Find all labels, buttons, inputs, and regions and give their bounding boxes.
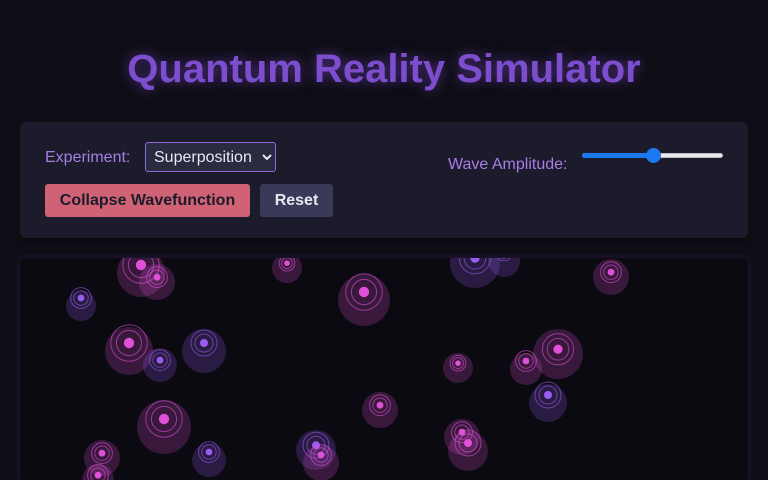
experiment-select[interactable]: Superposition bbox=[145, 142, 276, 172]
page-title: Quantum Reality Simulator bbox=[127, 47, 641, 91]
quantum-particle bbox=[593, 259, 629, 295]
quantum-particle bbox=[529, 381, 567, 422]
experiment-label: Experiment: bbox=[45, 149, 131, 166]
quantum-particle bbox=[443, 353, 473, 383]
simulation-canvas[interactable] bbox=[20, 258, 748, 480]
quantum-particle bbox=[182, 329, 226, 373]
quantum-particle bbox=[362, 392, 398, 428]
slider-fill bbox=[582, 153, 653, 158]
reset-button[interactable]: Reset bbox=[260, 184, 333, 217]
quantum-particle bbox=[533, 329, 583, 379]
quantum-particle bbox=[139, 264, 175, 300]
quantum-particle bbox=[143, 348, 177, 382]
wave-amplitude-label: Wave Amplitude: bbox=[448, 156, 568, 173]
collapse-wavefunction-button[interactable]: Collapse Wavefunction bbox=[45, 184, 250, 217]
quantum-particle bbox=[192, 441, 226, 477]
control-panel: Experiment: Superposition Wave Amplitude… bbox=[20, 122, 748, 238]
quantum-particle bbox=[338, 273, 390, 326]
wave-amplitude-slider[interactable] bbox=[582, 148, 723, 164]
particle-field bbox=[66, 258, 629, 480]
quantum-particle bbox=[66, 287, 96, 321]
quantum-particle bbox=[272, 258, 302, 283]
slider-thumb[interactable] bbox=[646, 148, 661, 163]
quantum-particle bbox=[137, 400, 191, 454]
